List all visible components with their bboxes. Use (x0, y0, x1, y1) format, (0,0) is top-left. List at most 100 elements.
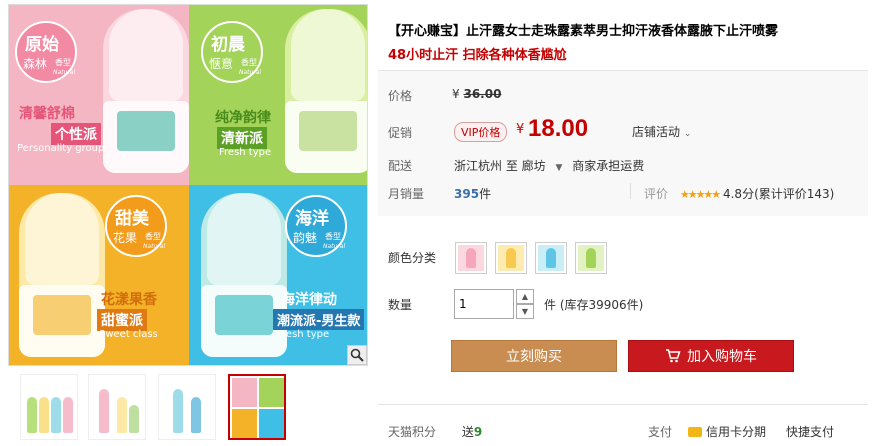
badge-english: Natural (53, 69, 76, 76)
rating-info[interactable]: 评价 ★★★★★ 4.8分(累计评价143) (644, 185, 834, 202)
main-product-image[interactable]: 原始 森林 香型 Natural 清馨舒棉 个性派 Personality gr… (8, 4, 368, 366)
divider (378, 404, 868, 405)
payment-label: 支付 (648, 425, 673, 439)
color-label: 颜色分类 (388, 251, 437, 265)
store-promo-label: 店铺活动 (632, 125, 681, 139)
thumbnail-4[interactable] (228, 374, 286, 440)
scent-badge: 初晨 惬意 香型 Natural (201, 21, 263, 83)
divider (630, 183, 631, 199)
variant-style: 潮流派-男生款 (273, 309, 365, 330)
bottle-image (103, 9, 189, 173)
variant-english: Personality group (17, 143, 105, 154)
buy-now-label: 立刻购买 (506, 349, 562, 365)
variant-tagline: 清馨舒棉 (19, 106, 75, 122)
currency-symbol: ¥ (516, 122, 525, 137)
variant-style: 甜蜜派 (97, 309, 147, 331)
badge-title: 海洋 (295, 209, 329, 229)
shipping-fee: 商家承担运费 (572, 159, 645, 173)
variant-tagline: 纯净韵律 (215, 110, 271, 126)
price-label: 价格 (388, 89, 413, 103)
color-swatch-yellow[interactable] (495, 242, 527, 274)
badge-type: 香型 (145, 232, 161, 241)
color-swatch-pink[interactable] (455, 242, 487, 274)
thumbnail-2[interactable] (88, 374, 146, 440)
increment-icon[interactable]: ▲ (516, 289, 534, 304)
original-price: ¥ 36.00 (452, 87, 501, 101)
variant-panel-forest: 原始 森林 香型 Natural 清馨舒棉 个性派 Personality gr… (9, 5, 189, 185)
currency-symbol: ¥ (452, 87, 460, 101)
shipping-info: 浙江杭州 至 廊坊 ▼ 商家承担运费 (454, 157, 644, 174)
monthly-sales: 395件 (454, 185, 491, 202)
add-to-cart-button[interactable]: 加入购物车 (628, 340, 794, 372)
magnifier-icon[interactable] (347, 345, 367, 365)
bottle-image (19, 193, 105, 357)
star-rating-icon: ★★★★★ (679, 188, 721, 201)
badge-subtitle: 韵魅 (293, 231, 318, 245)
badge-type: 香型 (55, 58, 71, 67)
points-prefix: 送 (461, 425, 474, 439)
stock-info: 件 (库存39906件) (544, 298, 644, 312)
color-swatch-green[interactable] (575, 242, 607, 274)
buy-now-button[interactable]: 立刻购买 (451, 340, 617, 372)
bottle-image (201, 193, 287, 357)
quick-pay[interactable]: 快捷支付 (786, 423, 834, 440)
chevron-down-icon: ⌄ (683, 129, 692, 139)
variant-english: Fresh type (277, 329, 330, 340)
color-swatch-blue[interactable] (535, 242, 567, 274)
thumbnail-1[interactable] (20, 374, 78, 440)
store-promo-dropdown[interactable]: 店铺活动 ⌄ (632, 123, 691, 140)
sales-label: 月销量 (388, 187, 425, 201)
sales-unit: 件 (479, 187, 492, 201)
promo-price: 18.00 (528, 115, 589, 142)
badge-subtitle: 森林 (23, 57, 48, 71)
variant-panel-morning: 初晨 惬意 香型 Natural 纯净韵律 清新派 Fresh type (189, 5, 367, 185)
variant-english: Sweet class (99, 329, 158, 340)
tmall-points: 天猫积分 送9 (388, 423, 482, 440)
sales-count: 395 (454, 187, 480, 201)
original-price-value: 36.00 (463, 87, 502, 101)
thumbnail-3[interactable] (158, 374, 216, 440)
thumbnail-strip (8, 372, 368, 442)
rating-label: 评价 (644, 187, 669, 201)
credit-card-icon (688, 427, 702, 437)
scent-badge: 原始 森林 香型 Natural (15, 21, 77, 83)
price-panel: 价格 ¥ 36.00 促销 VIP价格 ¥ 18.00 店铺活动 ⌄ 配送 浙江… (378, 70, 868, 216)
quantity-stepper: ▲ ▼ (516, 289, 534, 319)
points-label: 天猫积分 (388, 425, 437, 439)
rating-score: 4.8分(累计评价143) (722, 187, 835, 201)
badge-english: Natural (239, 69, 262, 76)
quantity-label: 数量 (388, 298, 413, 312)
variant-style: 个性派 (51, 123, 101, 145)
badge-subtitle: 花果 (113, 231, 138, 245)
scent-badge: 海洋 韵魅 香型 Natural (285, 195, 347, 257)
promo-label: 促销 (388, 126, 413, 140)
badge-type: 香型 (325, 232, 341, 241)
badge-title: 甜美 (115, 209, 149, 229)
add-to-cart-label: 加入购物车 (687, 349, 757, 365)
shipping-label: 配送 (388, 159, 413, 173)
bottle-image (285, 9, 367, 173)
variant-tagline: 花漾果香 (101, 292, 157, 308)
variant-panel-ocean: 海洋 韵魅 香型 Natural 海洋律动 潮流派-男生款 Fresh type (189, 185, 367, 365)
badge-english: Natural (143, 243, 166, 250)
variant-style: 清新派 (217, 127, 267, 149)
badge-title: 原始 (25, 35, 59, 55)
product-title: 【开心赚宝】止汗露女士走珠露素萃男士抑汗液香体露腋下止汗喷雾 (388, 24, 779, 39)
product-subtitle: 48小时止汗 扫除各种体香尴尬 (388, 48, 567, 63)
vip-price-tag: VIP价格 (454, 122, 508, 142)
badge-type: 香型 (241, 58, 257, 67)
cart-icon (666, 349, 681, 363)
variant-panel-sweet: 甜美 花果 香型 Natural 花漾果香 甜蜜派 Sweet class (9, 185, 189, 365)
decrement-icon[interactable]: ▼ (516, 304, 534, 319)
variant-tagline: 海洋律动 (281, 292, 337, 308)
scent-badge: 甜美 花果 香型 Natural (105, 195, 167, 257)
shipping-route[interactable]: 浙江杭州 至 廊坊 (454, 159, 546, 173)
credit-installment[interactable]: 信用卡分期 (688, 423, 766, 440)
points-value: 9 (473, 425, 483, 439)
quantity-input[interactable] (454, 289, 514, 319)
variant-english: Fresh type (219, 147, 272, 158)
badge-english: Natural (323, 243, 346, 250)
badge-title: 初晨 (211, 35, 245, 55)
credit-installment-label: 信用卡分期 (706, 425, 767, 439)
caret-down-icon[interactable]: ▼ (555, 163, 562, 173)
